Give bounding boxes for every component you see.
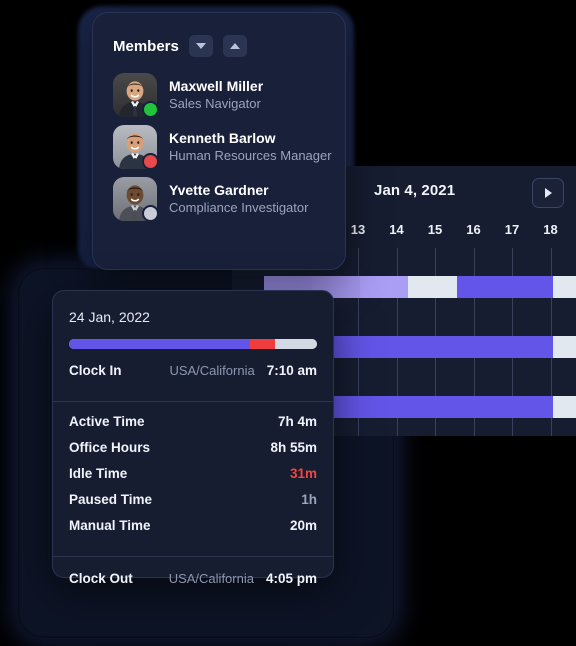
- detail-date: 24 Jan, 2022: [69, 309, 150, 325]
- stat-row: Idle Time 31m: [53, 466, 333, 492]
- timeline-segment[interactable]: [504, 276, 553, 298]
- arrow-right-icon: [544, 188, 552, 198]
- timeline-segment[interactable]: [552, 276, 576, 298]
- clock-out-row: Clock Out USA/California 4:05 pm: [53, 571, 333, 597]
- stat-value: 7h 4m: [277, 414, 317, 429]
- timeline-segment[interactable]: [504, 336, 553, 358]
- stat-row: Office Hours 8h 55m: [53, 440, 333, 466]
- clock-in-row: Clock In USA/California 7:10 am: [53, 363, 333, 389]
- clock-in-label: Clock In: [69, 363, 122, 378]
- timeline-segment[interactable]: [408, 396, 457, 418]
- day-progress-bar[interactable]: [69, 339, 317, 349]
- divider-bottom: [53, 556, 333, 557]
- timeline-segment[interactable]: [360, 276, 409, 298]
- timeline-segment[interactable]: [408, 276, 457, 298]
- stat-row: Manual Time 20m: [53, 518, 333, 544]
- timeline-segment[interactable]: [504, 396, 553, 418]
- stat-row: Paused Time 1h: [53, 492, 333, 518]
- avatar: [113, 73, 159, 118]
- members-card: Members Maxwell Miller Sales Navigator Ken…: [92, 12, 346, 270]
- timeline-segment[interactable]: [456, 396, 505, 418]
- status-dot-online: [142, 101, 159, 118]
- member-role: Sales Navigator: [169, 96, 261, 111]
- member-text: Maxwell Miller Sales Navigator: [169, 78, 263, 112]
- sort-ascending-button[interactable]: [222, 35, 247, 57]
- timeline-segment[interactable]: [360, 336, 409, 358]
- timeline-day-label: 14: [389, 222, 404, 237]
- timeline-segment[interactable]: [456, 336, 505, 358]
- members-header: Members: [93, 13, 345, 57]
- member-text: Kenneth Barlow Human Resources Manager: [169, 130, 332, 164]
- timeline-day-label: 16: [466, 222, 481, 237]
- stat-label: Paused Time: [69, 492, 153, 507]
- stat-label: Office Hours: [69, 440, 151, 455]
- timeline-segment[interactable]: [552, 336, 576, 358]
- timeline-segment[interactable]: [360, 396, 409, 418]
- member-name: Kenneth Barlow: [169, 130, 276, 146]
- member-role: Human Resources Manager: [169, 148, 332, 163]
- clock-in-value: 7:10 am: [266, 363, 317, 378]
- chevron-up-icon: [229, 43, 240, 49]
- member-row[interactable]: Kenneth Barlow Human Resources Manager: [93, 121, 345, 173]
- clock-out-value: 4:05 pm: [265, 571, 317, 586]
- avatar: [113, 125, 159, 170]
- progress-idle-segment: [250, 339, 275, 349]
- status-dot-offline: [142, 205, 159, 222]
- progress-active-segment: [69, 339, 251, 349]
- stat-label: Idle Time: [69, 466, 128, 481]
- chevron-down-icon: [195, 43, 206, 49]
- avatar: [113, 177, 159, 222]
- stats-list: Active Time 7h 4m Office Hours 8h 55m Idle T…: [53, 402, 333, 544]
- stat-label: Active Time: [69, 414, 145, 429]
- member-list: Maxwell Miller Sales Navigator Kenneth Bar…: [93, 69, 345, 225]
- clock-out-timezone: USA/California: [168, 571, 254, 586]
- timeline-title: Jan 4, 2021: [374, 182, 456, 199]
- timeline-day-label: 15: [427, 222, 443, 237]
- member-row[interactable]: Maxwell Miller Sales Navigator: [93, 69, 345, 121]
- clock-out-label: Clock Out: [69, 571, 133, 586]
- stat-value: 31m: [289, 466, 317, 481]
- timesheet-detail-card: 24 Jan, 2022 Clock In USA/California 7:1…: [52, 290, 334, 586]
- stat-value: 20m: [289, 518, 317, 533]
- screenshot-root: Jan 4, 2021 13 14 15 16 17 18 Members Maxwell…: [0, 0, 576, 646]
- status-dot-busy: [142, 153, 159, 170]
- stat-value: 8h 55m: [270, 440, 317, 455]
- timeline-segment[interactable]: [456, 276, 505, 298]
- members-title: Members: [113, 37, 179, 55]
- stat-row: Active Time 7h 4m: [53, 414, 333, 440]
- member-name: Maxwell Miller: [169, 78, 264, 94]
- member-row[interactable]: Yvette Gardner Compliance Investigator: [93, 173, 345, 225]
- next-period-button[interactable]: [532, 178, 564, 208]
- clock-in-timezone: USA/California: [169, 363, 255, 378]
- member-text: Yvette Gardner Compliance Investigator: [169, 182, 308, 216]
- stat-value: 1h: [301, 492, 317, 507]
- sort-descending-button[interactable]: [188, 35, 213, 57]
- timeline-day-label: 18: [543, 222, 558, 237]
- stat-label: Manual Time: [69, 518, 151, 533]
- progress-remaining-segment: [274, 339, 317, 349]
- timeline-day-label: 17: [504, 222, 520, 237]
- timeline-segment[interactable]: [552, 396, 576, 418]
- member-role: Compliance Investigator: [169, 200, 309, 215]
- timeline-segment[interactable]: [408, 336, 457, 358]
- member-name: Yvette Gardner: [169, 182, 269, 198]
